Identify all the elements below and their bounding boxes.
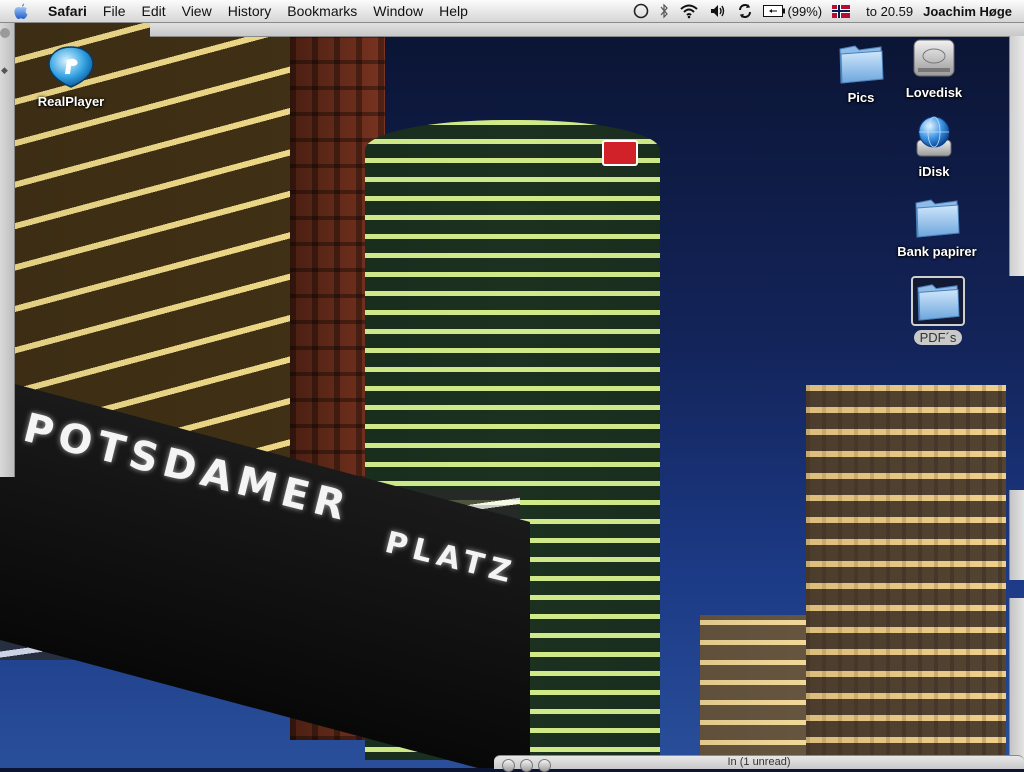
tower-logo (602, 140, 638, 166)
hard-disk-icon (909, 35, 959, 81)
menu-safari[interactable]: Safari (40, 3, 95, 19)
right-building (806, 385, 1006, 765)
right-window-edge-2[interactable] (1009, 490, 1024, 580)
sync-icon[interactable] (737, 0, 753, 22)
icon-label: Pics (847, 90, 875, 105)
desktop-wallpaper: POTSDAMER PLATZ (0, 0, 1024, 768)
icon-label: Lovedisk (905, 85, 963, 100)
menu-file[interactable]: File (95, 3, 134, 19)
battery-icon[interactable] (763, 0, 786, 22)
background-window-titlebar[interactable] (150, 22, 1024, 37)
arrow-right-icon: ◆ (1, 65, 8, 75)
user-account-name[interactable]: Joachim Høge (923, 4, 1012, 19)
desktop-icon-pdfs[interactable]: PDF´s (883, 276, 993, 347)
right-window-edge-3[interactable] (1009, 598, 1024, 768)
desktop-icon-bank-papirer[interactable]: Bank papirer (882, 194, 992, 261)
icon-label: Bank papirer (897, 244, 977, 259)
menu-help[interactable]: Help (431, 3, 476, 19)
battery-percentage: (99%) (787, 3, 823, 19)
sync-circle-icon[interactable] (633, 0, 649, 22)
wifi-icon[interactable] (679, 0, 699, 22)
left-window-edge[interactable]: ◆ (0, 22, 15, 477)
icon-label: PDF´s (913, 330, 963, 345)
icon-label: RealPlayer (37, 94, 105, 109)
icon-label: iDisk (918, 164, 950, 179)
norway-flag-icon[interactable] (832, 4, 851, 18)
menu-bar: Safari File Edit View History Bookmarks … (0, 0, 1024, 23)
window-title: In (1 unread) (727, 756, 791, 768)
menu-edit[interactable]: Edit (133, 3, 173, 19)
status-menus: (99%) to 20.59 Joachim Høge (633, 0, 1024, 22)
menu-bookmarks[interactable]: Bookmarks (279, 3, 365, 19)
window-button[interactable] (0, 28, 10, 38)
menu-history[interactable]: History (220, 3, 280, 19)
desktop-icon-realplayer[interactable]: RealPlayer (16, 44, 126, 111)
menubar-clock[interactable]: to 20.59 (866, 4, 913, 19)
menu-view[interactable]: View (174, 3, 220, 19)
realplayer-icon (46, 44, 96, 90)
idisk-icon (909, 114, 959, 160)
menu-window[interactable]: Window (365, 3, 431, 19)
mail-window-titlebar[interactable]: In (1 unread) (494, 755, 1024, 772)
desktop-icon-idisk[interactable]: iDisk (879, 114, 989, 181)
apple-icon[interactable] (12, 2, 30, 20)
desktop-icon-lovedisk[interactable]: Lovedisk (879, 35, 989, 102)
bluetooth-icon[interactable] (659, 0, 669, 22)
folder-icon (912, 194, 962, 240)
volume-icon[interactable] (709, 0, 727, 22)
right-window-edge[interactable] (1009, 36, 1024, 276)
low-building (700, 615, 820, 765)
folder-icon (911, 276, 965, 326)
